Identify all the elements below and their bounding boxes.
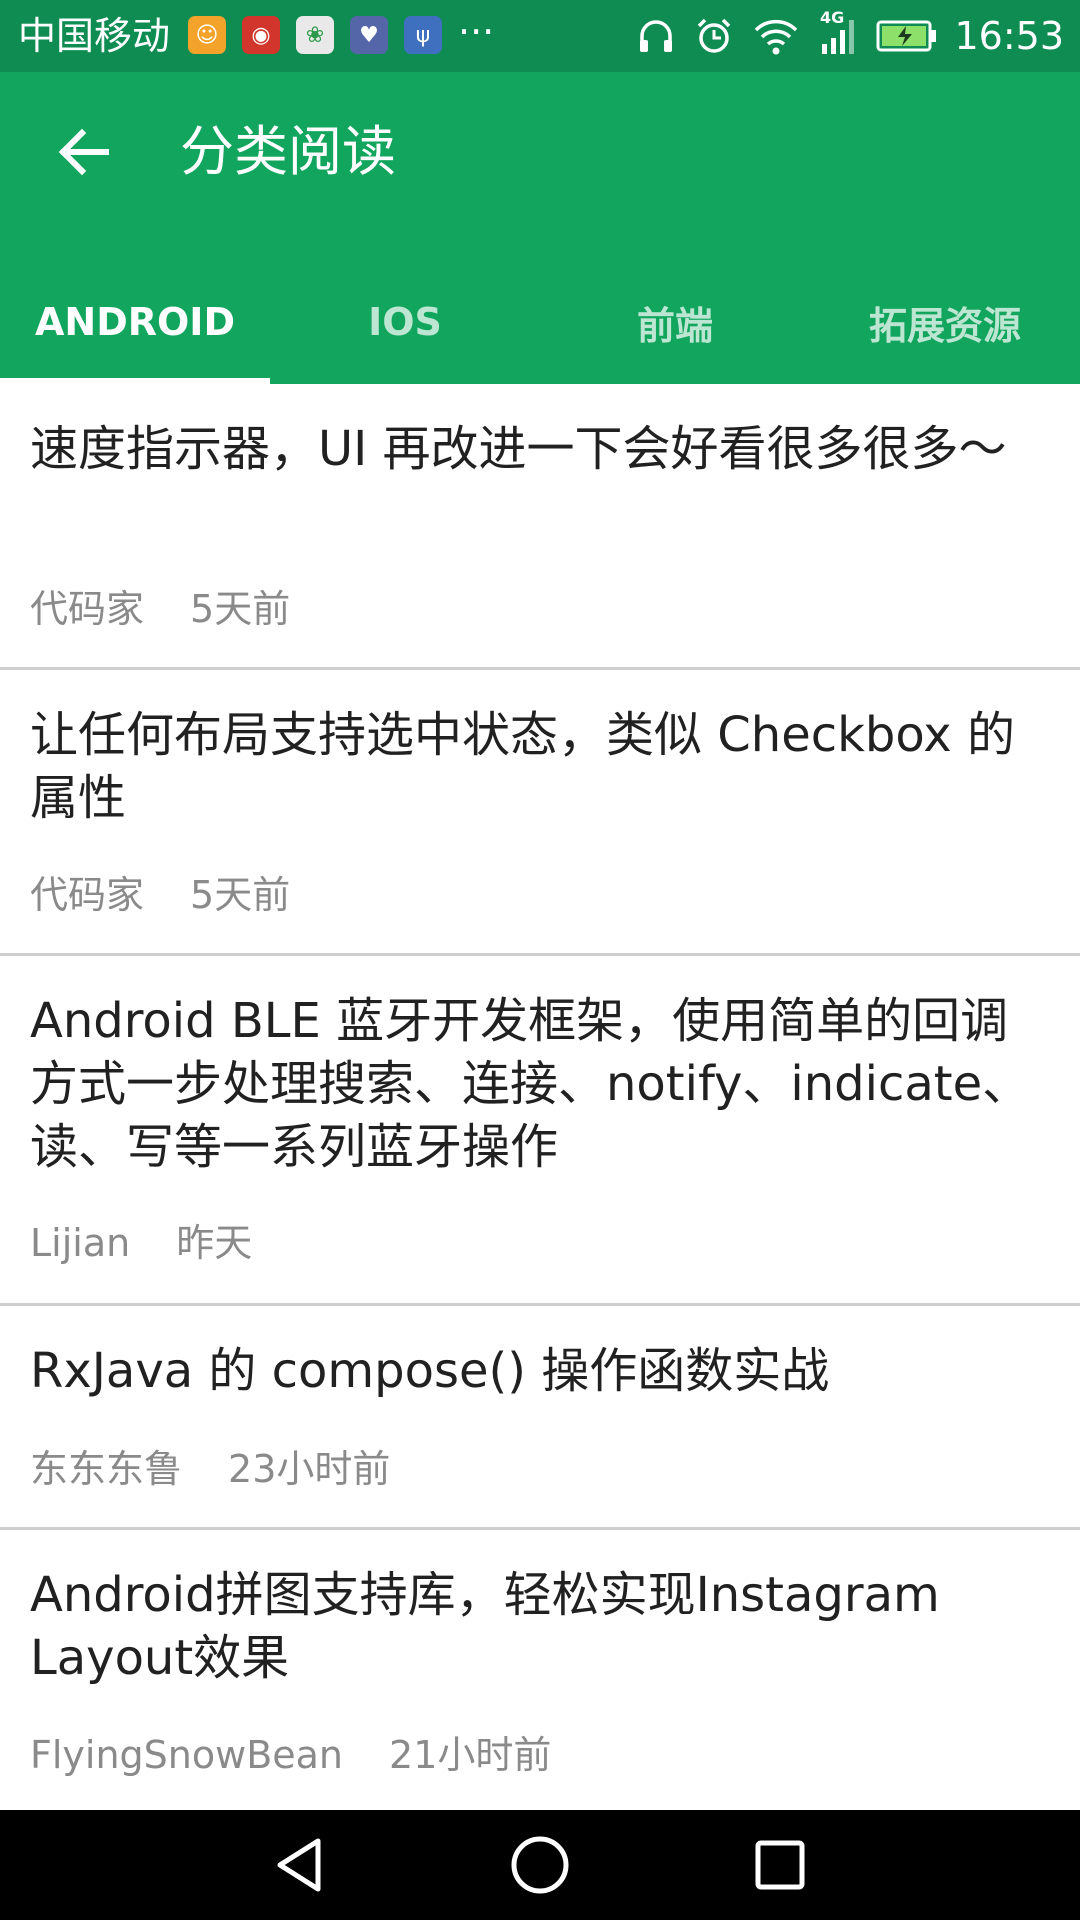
article-title: Android BLE 蓝牙开发框架，使用简单的回调方式一步处理搜索、连接、no… [30, 993, 1031, 1175]
article-author: 代码家 [30, 587, 145, 631]
uc-browser-icon: ☺ [188, 16, 226, 54]
nav-recents-button[interactable] [750, 1835, 810, 1895]
back-button[interactable] [52, 120, 116, 184]
article-author: FlyingSnowBean [30, 1733, 344, 1777]
nav-back-button[interactable] [270, 1835, 330, 1895]
usb-icon: ψ [404, 16, 442, 54]
article-time: 5天前 [190, 587, 291, 631]
clock: 16:53 [954, 14, 1064, 58]
article-author: 代码家 [30, 873, 145, 917]
square-recents-icon [755, 1840, 805, 1890]
tab-resources[interactable]: 拓展资源 [810, 260, 1080, 384]
battery-charging-icon [876, 18, 938, 54]
article-time: 5天前 [190, 873, 291, 917]
more-notifications: ··· [458, 10, 495, 54]
cellular-signal-icon: 4G [818, 8, 858, 56]
carrier-label: 中国移动 [18, 14, 171, 58]
circle-home-icon [511, 1836, 569, 1894]
article-meta: FlyingSnowBean 21小时前 [30, 1730, 551, 1780]
triangle-back-icon [277, 1838, 321, 1892]
navigation-bar [0, 1810, 1080, 1920]
article-author: 东东东鲁 [30, 1447, 183, 1491]
colorful-app-icon: ❀ [296, 16, 334, 54]
network-type-label: 4G [820, 8, 845, 27]
arrow-back-icon [58, 128, 109, 176]
article-meta: Lijian 昨天 [30, 1218, 252, 1268]
article-title: RxJava 的 compose() 操作函数实战 [30, 1343, 830, 1399]
netease-music-icon: ◉ [242, 16, 280, 54]
system-icons: 4G [636, 8, 956, 60]
list-item[interactable]: 让任何布局支持选中状态，类似 Checkbox 的属性 代码家 5天前 [0, 670, 1080, 956]
wifi-icon [752, 16, 800, 56]
notification-icons: ☺ ◉ ❀ ♥ ψ [188, 16, 458, 56]
article-meta: 代码家 5天前 [30, 584, 290, 634]
list-item[interactable]: Android BLE 蓝牙开发框架，使用简单的回调方式一步处理搜索、连接、no… [0, 956, 1080, 1306]
tab-android[interactable]: ANDROID [0, 260, 270, 384]
article-title: 让任何布局支持选中状态，类似 Checkbox 的属性 [30, 707, 1015, 826]
list-item[interactable]: RxJava 的 compose() 操作函数实战 东东东鲁 23小时前 [0, 1306, 1080, 1530]
alarm-icon [694, 16, 734, 56]
tab-frontend[interactable]: 前端 [540, 260, 810, 384]
list-item[interactable]: Android拼图支持库，轻松实现Instagram Layout效果 Flyi… [0, 1530, 1080, 1810]
article-time: 23小时前 [228, 1447, 391, 1491]
tab-ios[interactable]: IOS [270, 260, 540, 384]
status-bar: 中国移动 ☺ ◉ ❀ ♥ ψ ··· 4G 16:53 [0, 0, 1080, 72]
article-time: 21小时前 [389, 1733, 552, 1777]
article-meta: 东东东鲁 23小时前 [30, 1444, 390, 1494]
article-meta: 代码家 5天前 [30, 870, 290, 920]
app-bar: 分类阅读 ANDROID IOS 前端 拓展资源 [0, 72, 1080, 384]
article-author: Lijian [30, 1221, 131, 1265]
health-monitor-icon: ♥ [350, 16, 388, 54]
article-title: Android拼图支持库，轻松实现Instagram Layout效果 [30, 1567, 940, 1686]
article-time: 昨天 [176, 1221, 253, 1265]
page-title: 分类阅读 [180, 120, 396, 183]
article-title: 速度指示器，UI 再改进一下会好看很多很多～ [30, 421, 1007, 477]
nav-home-button[interactable] [510, 1835, 570, 1895]
list-item[interactable]: 速度指示器，UI 再改进一下会好看很多很多～ 代码家 5天前 [0, 384, 1080, 670]
headphones-icon [636, 16, 676, 56]
category-tabs: ANDROID IOS 前端 拓展资源 [0, 260, 1080, 384]
